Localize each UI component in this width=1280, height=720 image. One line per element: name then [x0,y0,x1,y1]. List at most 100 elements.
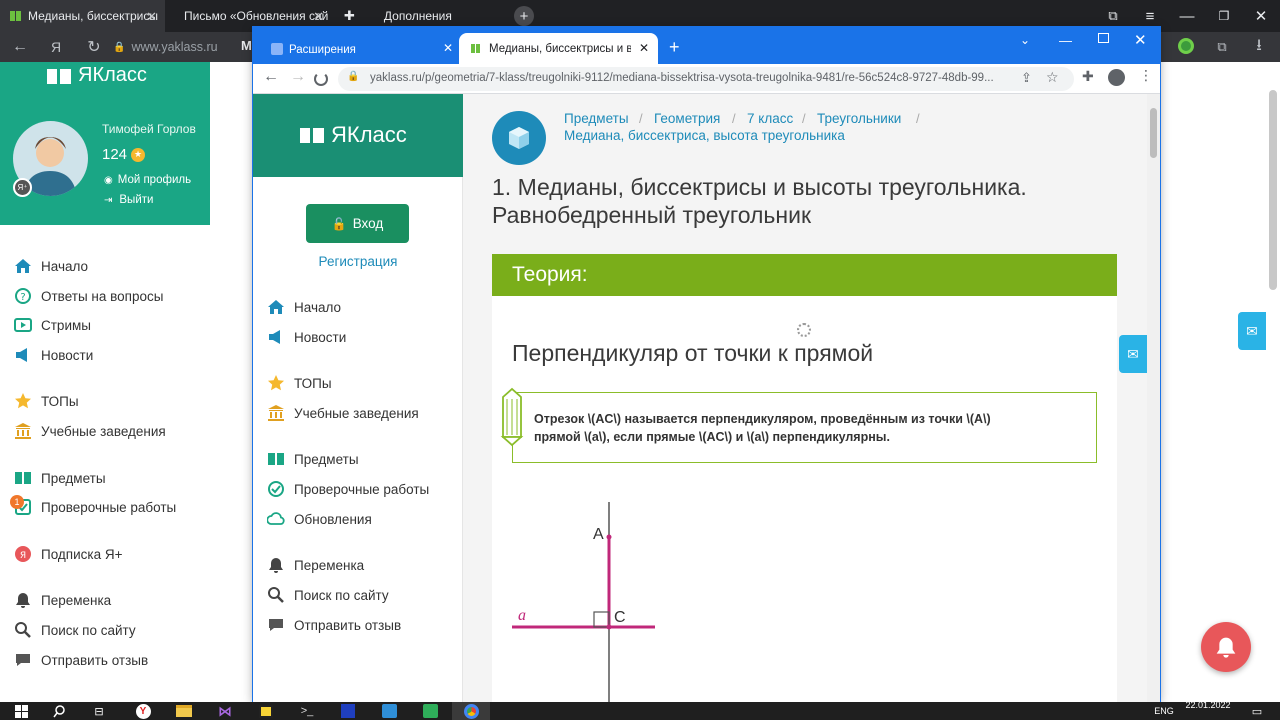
new-tab-button[interactable]: + [669,37,680,58]
nav-updates[interactable]: Обновления [267,510,372,528]
minimize-button[interactable]: — [1168,0,1206,32]
nav-subjects[interactable]: Предметы [267,450,359,468]
yaklass-favicon-icon [471,44,480,53]
language-indicator[interactable]: ENG [1144,702,1184,720]
bg-logout-link[interactable]: ⇥ Выйти [104,194,153,206]
windows-start-icon[interactable] [2,702,40,720]
label-line-a: a [518,607,526,624]
back-arrow-icon[interactable]: ← [6,32,34,62]
extension-green-icon[interactable] [1178,38,1194,54]
label-point-a: A [593,526,604,543]
home-icon [14,257,32,275]
lock-icon: 🔒 [347,71,360,82]
bg-nav-break[interactable]: Переменка [14,591,111,609]
file-explorer-icon[interactable] [165,702,203,720]
close-tab-icon[interactable]: ✕ [313,9,324,25]
notes-app-icon[interactable] [247,702,285,720]
kebab-menu-icon[interactable]: ⋮ [1139,67,1153,84]
bg-logo[interactable]: ЯКласс [46,64,147,87]
breadcrumb-triangles[interactable]: Треугольники [817,111,901,126]
page-logo[interactable]: ЯКласс [299,122,407,148]
bg-my-profile-link[interactable]: ◉ Мой профиль [104,174,191,186]
reload-icon[interactable]: ↻ [80,32,108,62]
right-angle-mark [593,611,610,628]
theory-label: Теория: [512,263,588,286]
pencil-icon [497,387,527,447]
download-icon[interactable]: ⭳ [1245,32,1273,62]
close-tab-icon[interactable]: ✕ [146,9,157,25]
tab-mediany-active[interactable]: Медианы, биссектрисы и высо ✕ [459,33,658,64]
close-tab-icon[interactable]: ✕ [639,41,649,55]
bg-scrollbar[interactable] [1269,90,1277,290]
breadcrumb-subjects[interactable]: Предметы [564,111,629,126]
forward-arrow-icon[interactable]: → [290,68,306,86]
bg-nav-search[interactable]: Поиск по сайту [14,621,136,639]
back-address-bar[interactable]: 🔒 www.yaklass.ru [113,36,233,58]
new-tab-button[interactable]: + [514,6,534,26]
yandex-icon[interactable]: Я [42,32,70,62]
extensions-puzzle-icon[interactable]: ✚ [1082,68,1094,85]
bg-nav-streams[interactable]: Стримы [14,316,91,334]
profile-icon[interactable] [1108,69,1125,86]
bg-nav-tops[interactable]: ТОПы [14,392,79,410]
register-link[interactable]: Регистрация [253,254,463,269]
app-green-icon[interactable] [411,702,449,720]
nav-feedback[interactable]: Отправить отзыв [267,616,401,634]
restore-button[interactable]: ❐ [1205,0,1243,32]
page-brand-bar: ЯКласс [253,94,463,177]
page-scrollbar-thumb[interactable] [1150,108,1157,158]
bg-tests-badge: 1 [10,495,24,509]
mail-float-icon[interactable]: ✉ [1238,312,1266,350]
address-bar[interactable]: 🔒 yaklass.ru/p/geometria/7-klass/treugol… [338,67,1074,91]
collections-icon[interactable]: ⧉ [1208,32,1236,62]
taskbar-search-icon[interactable] [40,702,78,720]
bg-nav-home[interactable]: Начало [14,257,88,275]
close-window-button[interactable]: ✕ [1242,0,1280,32]
page-sidebar: ЯКласс 🔓 Вход Регистрация Начало Новости… [253,94,463,702]
chrome-icon[interactable] [452,702,490,720]
bg-nav-subscription[interactable]: Я Подписка Я+ [14,545,123,563]
nav-tops[interactable]: ТОПы [267,374,332,392]
close-window-button[interactable]: ✕ [1134,31,1147,49]
tab-dropdown-icon[interactable]: ⌄ [1020,33,1030,47]
close-tab-icon[interactable]: ✕ [443,41,453,55]
page-scrollbar[interactable] [1147,94,1160,702]
breadcrumb-separator: / [732,111,736,126]
back-tab-mediany[interactable]: Медианы, биссектрисы ✕ [0,0,165,32]
task-view-icon[interactable]: ⊟ [80,702,118,720]
notifications-icon[interactable]: ▭ [1238,702,1276,720]
perpendicular-figure: A C a [512,502,655,702]
notification-bell-button[interactable] [1201,622,1251,672]
nav-break[interactable]: Переменка [267,556,364,574]
clock[interactable]: 21:49 22.01.2022 [1180,689,1236,711]
visual-studio-icon[interactable]: ⋈ [206,702,244,720]
breadcrumb-geometry[interactable]: Геометрия [654,111,720,126]
tab-active-label: Медианы, биссектрисы и высо [489,42,631,55]
bg-nav-tests[interactable]: Проверочные работы [14,498,176,516]
nav-schools[interactable]: Учебные заведения [267,404,419,422]
bg-nav-feedback[interactable]: Отправить отзыв [14,651,148,669]
back-arrow-icon[interactable]: ← [263,68,279,86]
cloud-refresh-icon [267,510,285,528]
share-icon[interactable]: ⇪ [1021,70,1032,86]
nav-news[interactable]: Новости [267,328,346,346]
nav-search[interactable]: Поиск по сайту [267,586,389,604]
bg-nav-news[interactable]: Новости [14,346,93,364]
tab-extensions[interactable]: Расширения ✕ [263,35,459,64]
bg-nav-answers[interactable]: ? Ответы на вопросы [14,287,163,305]
nav-home[interactable]: Начало [267,298,341,316]
terminal-icon[interactable]: >_ [288,702,326,720]
yandex-browser-icon[interactable]: Y [124,702,162,720]
breadcrumb-grade[interactable]: 7 класс [747,111,793,126]
app-blue-icon[interactable] [329,702,367,720]
bg-nav-schools[interactable]: Учебные заведения [14,422,166,440]
app-photo-icon[interactable] [370,702,408,720]
maximize-button[interactable] [1098,33,1109,43]
nav-tests[interactable]: Проверочные работы [267,480,429,498]
minimize-button[interactable]: — [1059,33,1072,48]
breadcrumb-topic[interactable]: Медиана, биссектриса, высота треугольник… [564,128,845,143]
bg-nav-subjects[interactable]: Предметы [14,469,106,487]
bookmark-star-icon[interactable]: ☆ [1046,69,1059,86]
login-button[interactable]: 🔓 Вход [306,204,409,243]
mail-float-icon[interactable]: ✉ [1119,335,1147,373]
